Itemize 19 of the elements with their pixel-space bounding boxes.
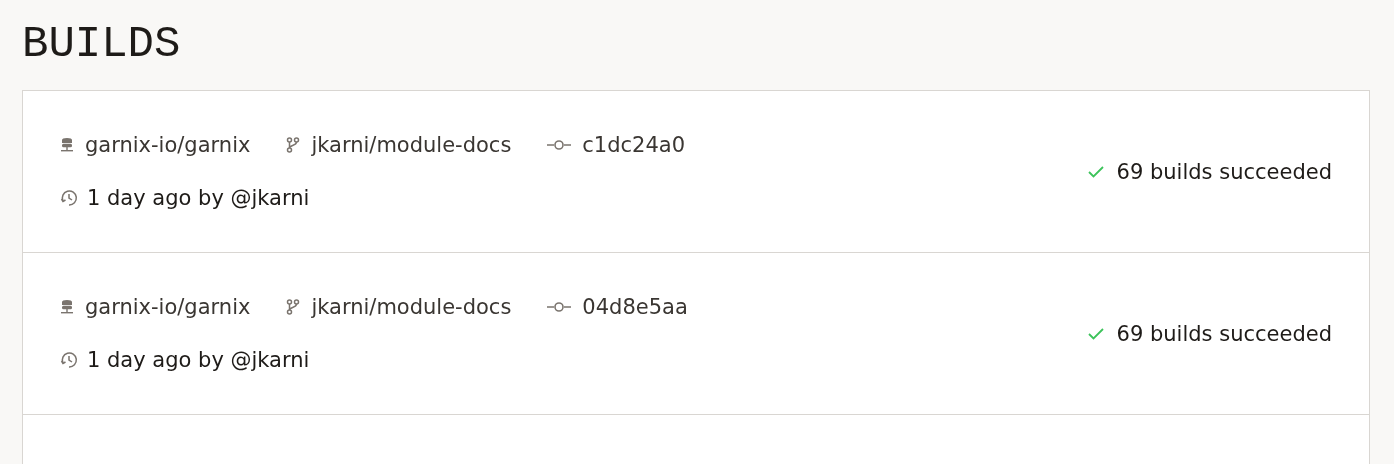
page-title: BUILDS (22, 18, 182, 71)
build-time: 1 day ago by @jkarni (87, 348, 310, 372)
build-summary: 69 builds succeeded (1116, 321, 1332, 346)
database-icon (60, 299, 74, 315)
commit-link[interactable]: 04d8e5aa (582, 295, 688, 319)
database-icon (60, 137, 74, 153)
branch-icon (286, 299, 301, 315)
repo-link[interactable]: garnix-io/garnix (85, 295, 251, 319)
branch-link[interactable]: jkarni/module-docs (311, 133, 512, 157)
commit-link[interactable]: c1dc24a0 (582, 133, 686, 157)
commit-icon (547, 140, 572, 150)
branch-icon (286, 137, 301, 153)
repo-link[interactable]: garnix-io/garnix (85, 133, 251, 157)
commit-icon (547, 302, 572, 312)
branch-link[interactable]: jkarni/module-docs (311, 295, 512, 319)
clock-icon (60, 351, 78, 369)
build-summary: 69 builds succeeded (1116, 159, 1332, 184)
clock-icon (60, 189, 78, 207)
build-time: 1 day ago by @jkarni (87, 186, 310, 210)
